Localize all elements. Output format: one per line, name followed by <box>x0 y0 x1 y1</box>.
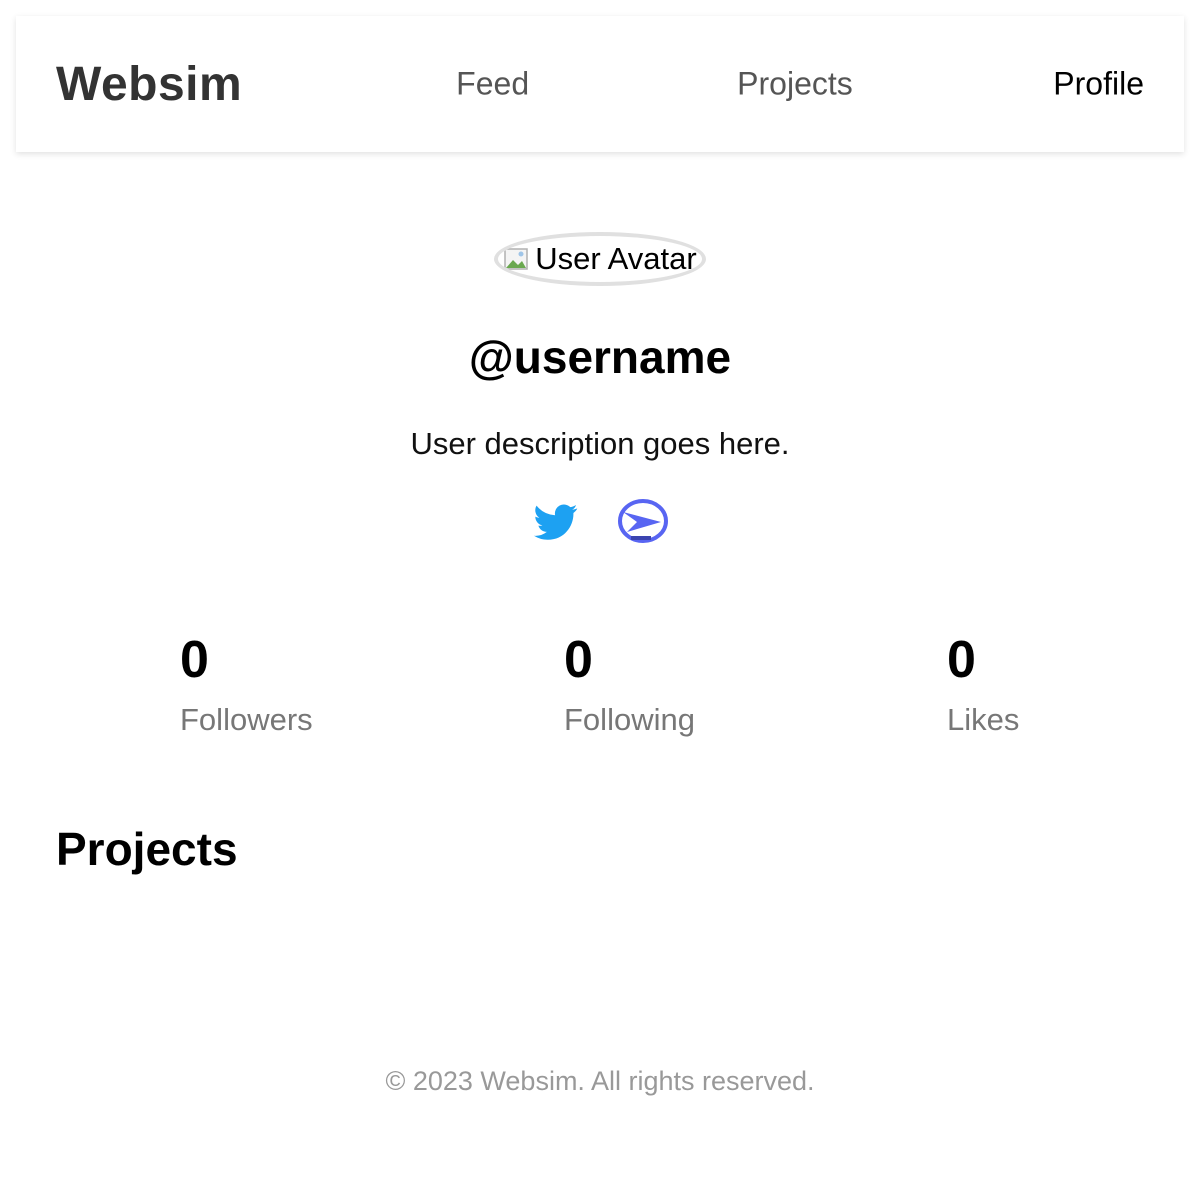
stat-likes[interactable]: 0 Likes <box>947 628 1019 738</box>
followers-label: Followers <box>180 702 313 737</box>
stat-following[interactable]: 0 Following <box>564 628 695 738</box>
discord-link[interactable] <box>617 496 669 544</box>
following-count: 0 <box>564 631 593 689</box>
twitter-icon <box>534 504 578 540</box>
stats-row: 0 Followers 0 Following 0 Likes <box>0 628 1200 748</box>
avatar-alt-text: User Avatar <box>535 241 697 276</box>
footer: © 2023 Websim. All rights reserved. <box>385 1066 815 1096</box>
avatar: User Avatar <box>494 232 706 286</box>
following-label: Following <box>564 702 695 737</box>
profile-section: User Avatar @username User description g… <box>0 232 1200 544</box>
discord-icon <box>618 499 668 543</box>
projects-heading: Projects <box>56 823 238 875</box>
stat-followers[interactable]: 0 Followers <box>180 628 313 738</box>
likes-label: Likes <box>947 702 1020 737</box>
followers-count: 0 <box>180 631 209 689</box>
username: @username <box>468 331 732 383</box>
site-logo[interactable]: Websim <box>56 57 242 112</box>
main-nav: Feed Projects Profile <box>242 16 1144 152</box>
broken-image-icon <box>504 248 529 270</box>
social-links <box>0 496 1200 544</box>
user-description: User description goes here. <box>410 426 790 461</box>
nav-link-projects[interactable]: Projects <box>737 66 853 103</box>
likes-count: 0 <box>947 631 976 689</box>
twitter-link[interactable] <box>531 496 581 544</box>
site-header: Websim Feed Projects Profile <box>16 16 1184 152</box>
nav-link-profile[interactable]: Profile <box>1053 66 1144 103</box>
nav-link-feed[interactable]: Feed <box>456 66 529 103</box>
